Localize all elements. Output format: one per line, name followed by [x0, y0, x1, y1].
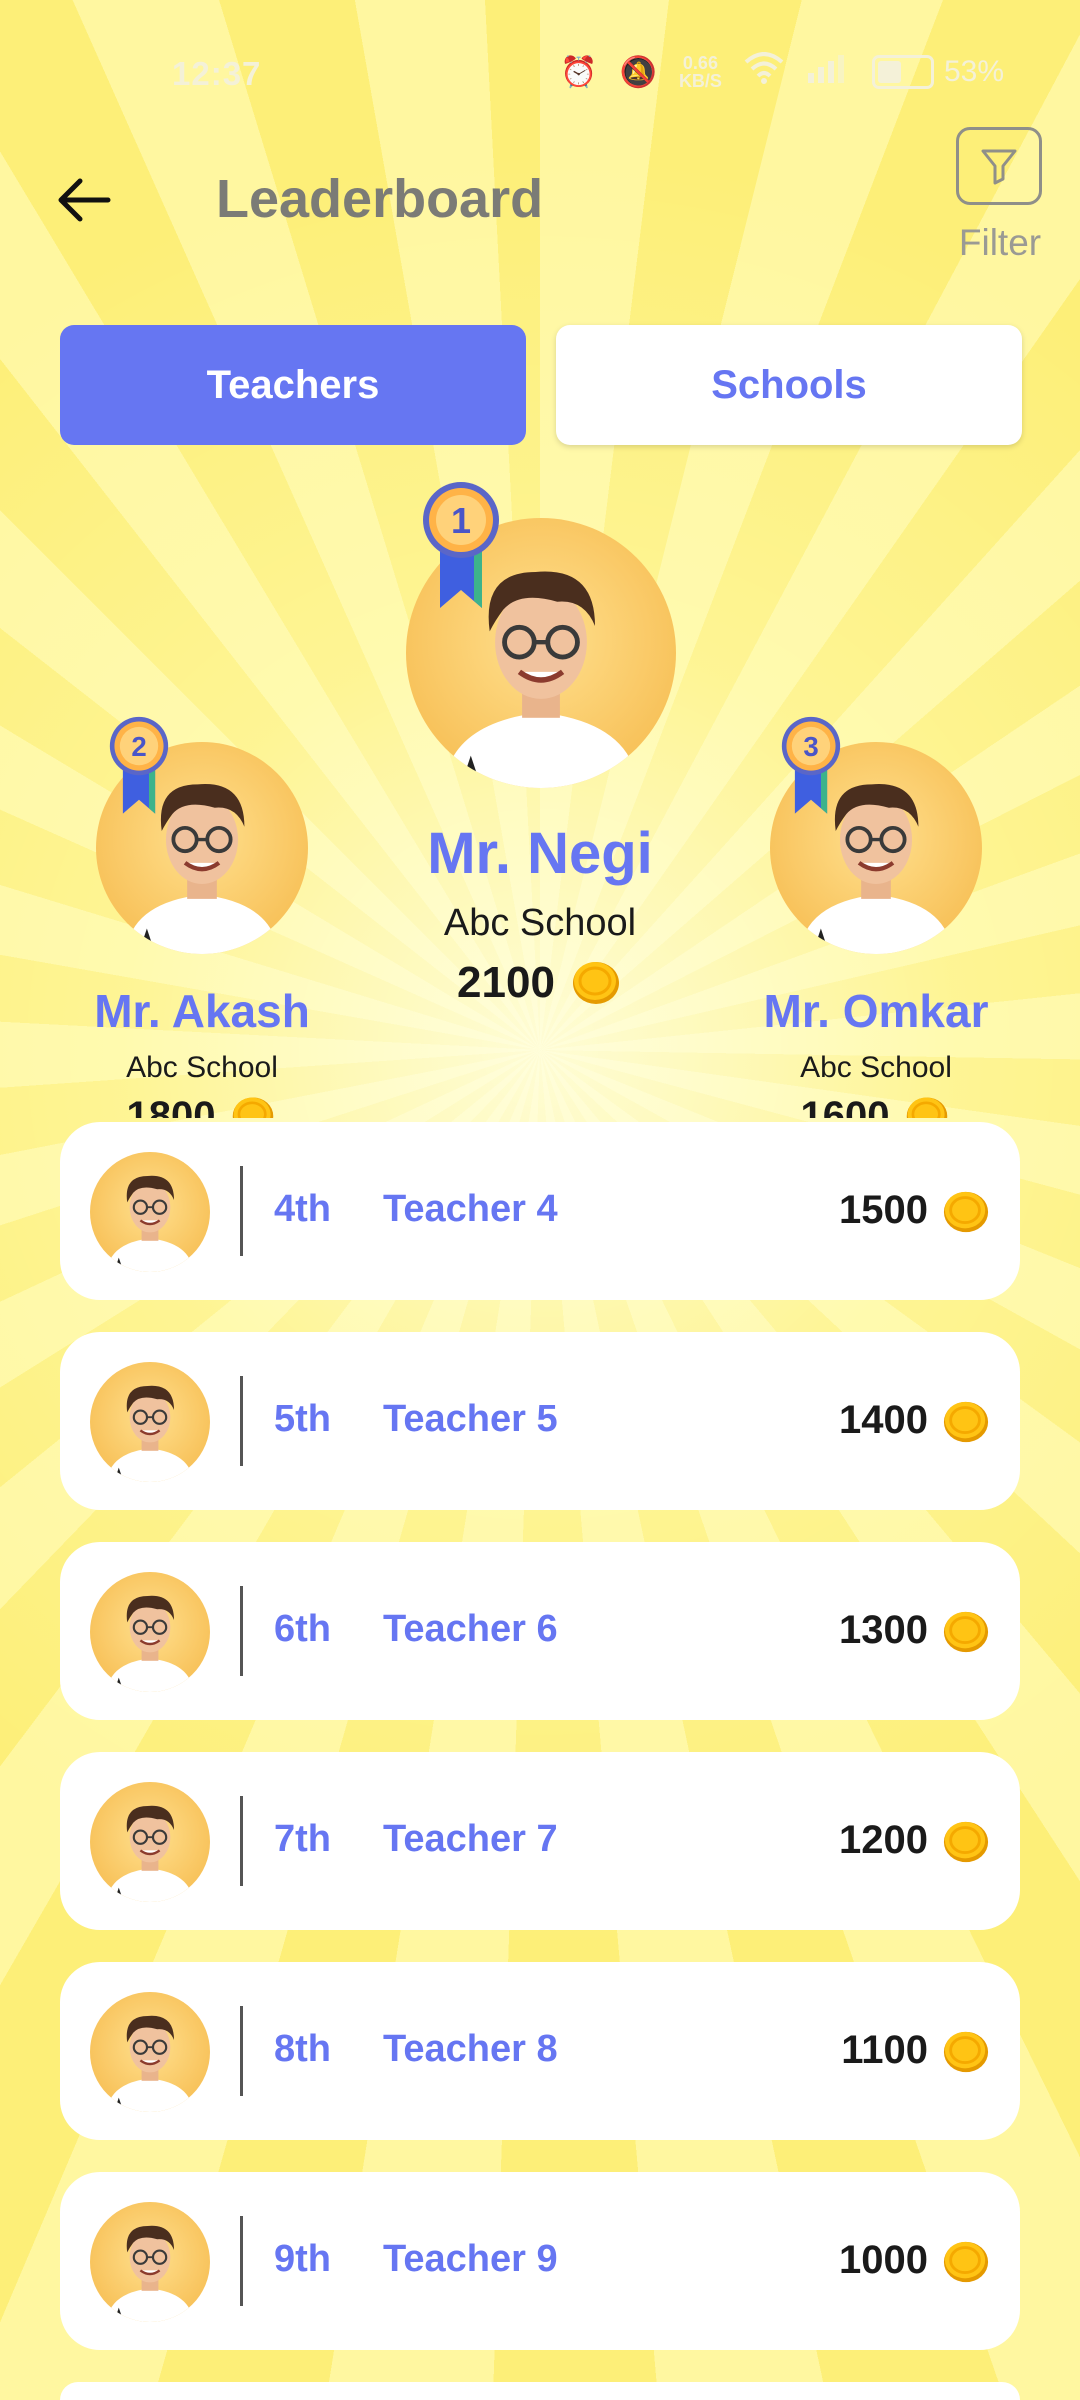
back-button[interactable]	[52, 168, 116, 232]
list-item[interactable]: 6th Teacher 6 1300	[60, 1542, 1020, 1720]
avatar	[90, 2202, 210, 2322]
coin-icon	[903, 1094, 951, 1118]
avatar	[90, 1362, 210, 1482]
teacher-name: Teacher 4	[383, 1188, 558, 1230]
teacher-name: Teacher 9	[383, 2238, 558, 2280]
list-item[interactable]: 7th Teacher 7 1200	[60, 1752, 1020, 1930]
list-item[interactable]: 8th Teacher 8 1100	[60, 1962, 1020, 2140]
divider	[240, 2006, 243, 2096]
rank-label: 5th	[274, 1398, 331, 1440]
list-item[interactable]: 4th Teacher 4 1500	[60, 1122, 1020, 1300]
coin-icon	[940, 2028, 992, 2076]
coin-icon	[940, 1188, 992, 1236]
rank-label: 9th	[274, 2238, 331, 2280]
teacher-name: Teacher 8	[383, 2028, 558, 2070]
teacher-name: Teacher 6	[383, 1608, 558, 1650]
list-item[interactable]: 9th Teacher 9 1000	[60, 2172, 1020, 2350]
tab-schools[interactable]: Schools	[556, 325, 1022, 445]
divider	[240, 1586, 243, 1676]
coin-icon	[940, 1398, 992, 1446]
score-value: 1300	[839, 1608, 928, 1652]
list-item[interactable]: 5th Teacher 5 1400	[60, 1332, 1020, 1510]
battery-indicator: 53%	[871, 55, 1004, 89]
teacher-name: Teacher 7	[383, 1818, 558, 1860]
coin-icon	[229, 1094, 277, 1118]
wifi-icon	[744, 52, 784, 92]
status-icons: ⏰ 🔕 0.66 KB/S 53%	[560, 52, 1004, 92]
score-value: 1400	[839, 1398, 928, 1442]
coin-icon	[940, 1818, 992, 1866]
divider	[240, 1166, 243, 1256]
status-time: 12:37	[172, 55, 262, 92]
status-bar: 12:37 ⏰ 🔕 0.66 KB/S 53%	[0, 0, 1080, 145]
rank-label: 8th	[274, 2028, 331, 2070]
avatar	[90, 1152, 210, 1272]
network-speed: 0.66 KB/S	[678, 53, 722, 91]
filter-icon	[981, 149, 1017, 185]
svg-text:2: 2	[131, 731, 146, 762]
first-place-name: Mr. Negi	[427, 821, 653, 886]
score-value: 1000	[839, 2238, 928, 2282]
rank-label: 4th	[274, 1188, 331, 1230]
coin-icon	[940, 2238, 992, 2286]
tab-teachers[interactable]: Teachers	[60, 325, 526, 445]
third-place-school: Abc School	[800, 1051, 952, 1084]
divider	[240, 1376, 243, 1466]
arrow-left-icon	[58, 178, 111, 222]
second-place-school: Abc School	[126, 1051, 278, 1084]
third-place-medal-icon: 3	[778, 712, 844, 825]
first-place-medal-icon: 1	[418, 478, 504, 619]
page-title: Leaderboard	[216, 169, 544, 229]
second-place-score: 1800	[42, 1094, 362, 1118]
divider	[240, 1796, 243, 1886]
alarm-icon: ⏰	[560, 55, 598, 89]
third-place-name: Mr. Omkar	[763, 985, 989, 1037]
coin-icon	[940, 1608, 992, 1656]
filter-button[interactable]	[956, 127, 1042, 205]
divider	[240, 2216, 243, 2306]
score-value: 1100	[841, 2028, 928, 2072]
score-value: 1500	[839, 1188, 928, 1232]
first-place-score: 2100	[340, 958, 740, 1008]
score-value: 1200	[839, 1818, 928, 1862]
mute-icon: 🔕	[619, 55, 657, 89]
rank-label: 6th	[274, 1608, 331, 1650]
second-place-medal-icon: 2	[106, 712, 172, 825]
filter-label[interactable]: Filter	[940, 222, 1060, 264]
svg-text:3: 3	[803, 731, 818, 762]
battery-percent: 53%	[943, 55, 1004, 88]
first-place-school: Abc School	[443, 902, 637, 944]
battery-icon	[871, 55, 934, 89]
rank-label: 7th	[274, 1818, 331, 1860]
second-place-name: Mr. Akash	[94, 985, 310, 1037]
list-item[interactable]	[60, 2382, 1020, 2400]
avatar	[90, 1782, 210, 1902]
avatar	[90, 1992, 210, 2112]
avatar	[90, 1572, 210, 1692]
teacher-name: Teacher 5	[383, 1398, 558, 1440]
svg-text:1: 1	[451, 500, 471, 541]
third-place-score: 1600	[716, 1094, 1036, 1118]
coin-icon	[569, 958, 623, 1008]
signal-icon	[806, 53, 850, 91]
